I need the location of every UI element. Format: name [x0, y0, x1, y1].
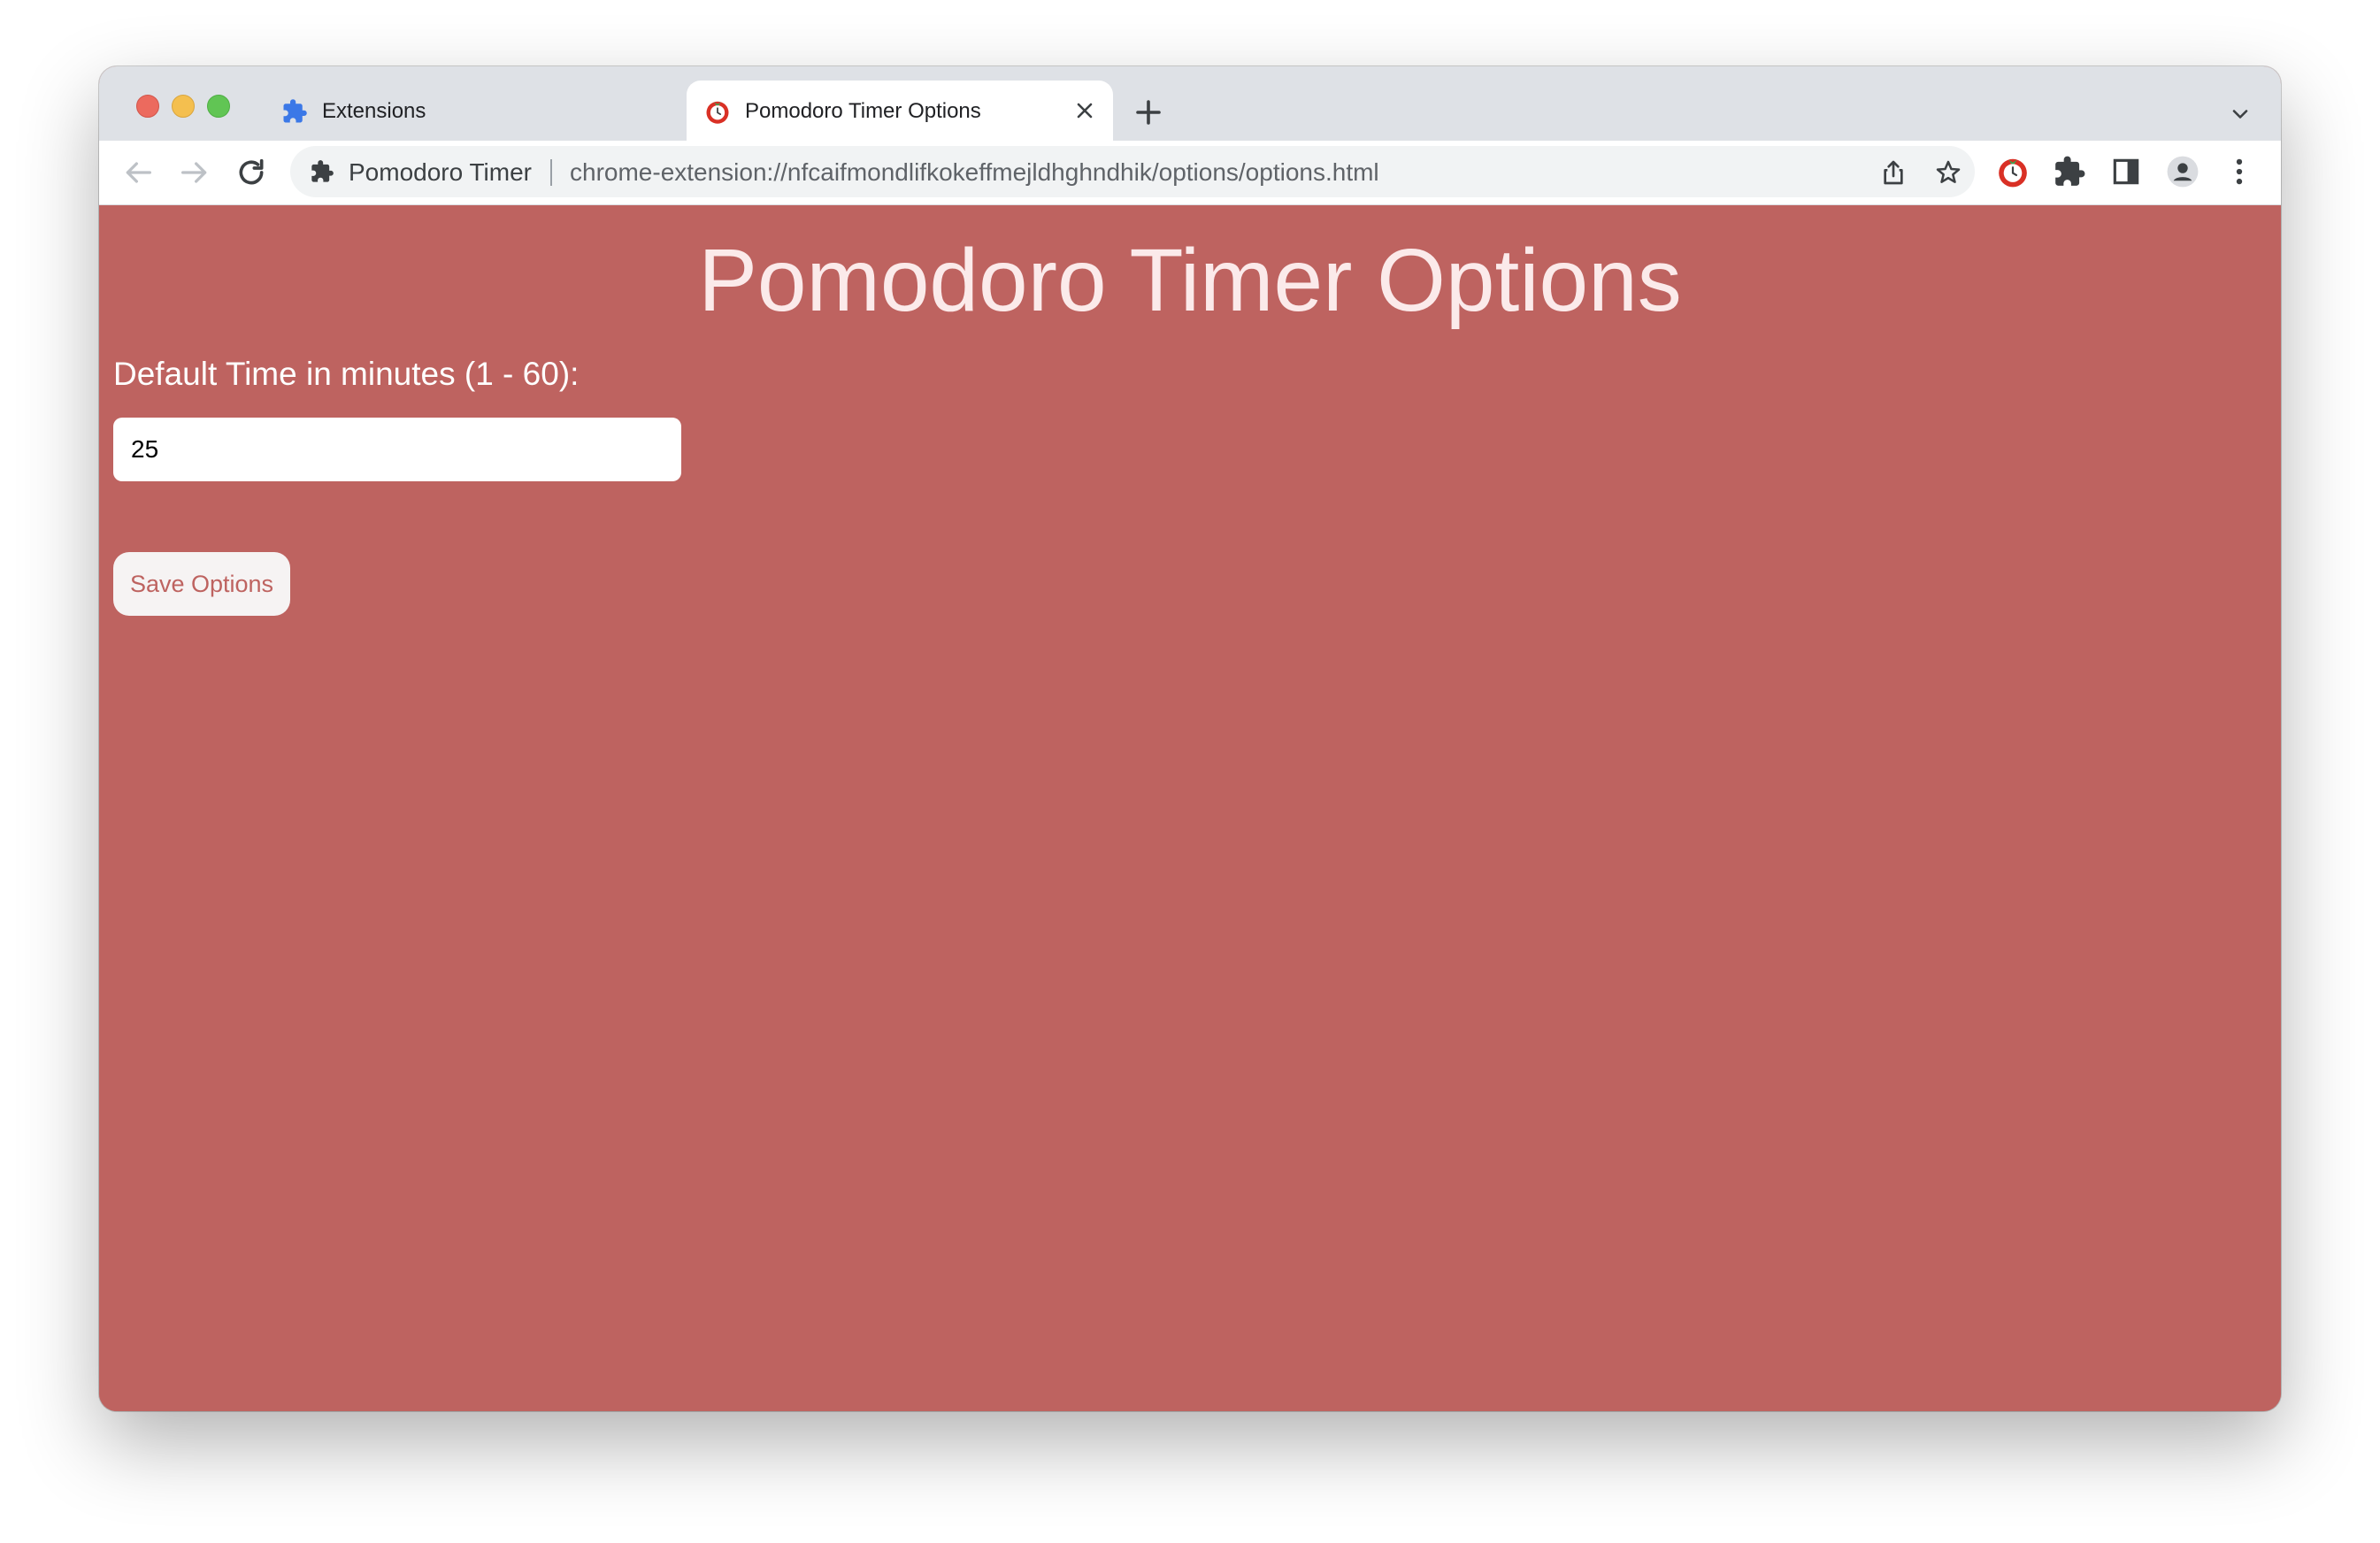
forward-arrow-icon[interactable] [177, 155, 212, 190]
back-arrow-icon[interactable] [120, 155, 156, 190]
close-icon[interactable] [1072, 98, 1097, 123]
tomato-timer-icon[interactable] [1996, 155, 2030, 188]
close-window-button[interactable] [136, 95, 159, 118]
address-separator [550, 159, 552, 186]
url-text[interactable]: chrome-extension://nfcaifmondlifkokeffme… [570, 158, 1379, 187]
browser-toolbar: Pomodoro Timer chrome-extension://nfcaif… [99, 141, 2281, 205]
address-bar[interactable]: Pomodoro Timer chrome-extension://nfcaif… [290, 146, 1975, 197]
default-time-label: Default Time in minutes (1 - 60): [113, 356, 580, 392]
minimize-window-button[interactable] [172, 95, 195, 118]
save-options-button[interactable]: Save Options [113, 552, 290, 616]
share-icon[interactable] [1879, 158, 1908, 187]
page-title: Pomodoro Timer Options [698, 231, 1682, 330]
options-page: Pomodoro Timer Options Default Time in m… [99, 205, 2281, 1411]
extensions-puzzle-icon[interactable] [2053, 155, 2086, 188]
side-panel-icon[interactable] [2109, 155, 2143, 188]
site-name: Pomodoro Timer [349, 158, 532, 186]
tomato-timer-icon [706, 101, 729, 124]
profile-avatar-icon[interactable] [2166, 155, 2200, 188]
maximize-window-button[interactable] [207, 95, 230, 118]
new-tab-plus-icon[interactable] [1132, 96, 1164, 128]
default-time-input[interactable] [113, 418, 681, 481]
tab-title: Extensions [322, 99, 426, 123]
tab-bar: Extensions Pomodoro Timer Options [99, 66, 2281, 141]
puzzle-icon [283, 99, 307, 123]
puzzle-icon [311, 160, 334, 182]
bookmark-star-icon[interactable] [1934, 158, 1962, 187]
tab-title: Pomodoro Timer Options [745, 99, 981, 123]
tab-pomodoro-options[interactable]: Pomodoro Timer Options [687, 81, 1113, 141]
more-menu-icon[interactable] [2223, 155, 2256, 188]
chevron-down-icon[interactable] [2228, 102, 2253, 127]
browser-window: Extensions Pomodoro Timer Options Pomodo… [99, 66, 2281, 1411]
reload-icon[interactable] [234, 155, 269, 190]
